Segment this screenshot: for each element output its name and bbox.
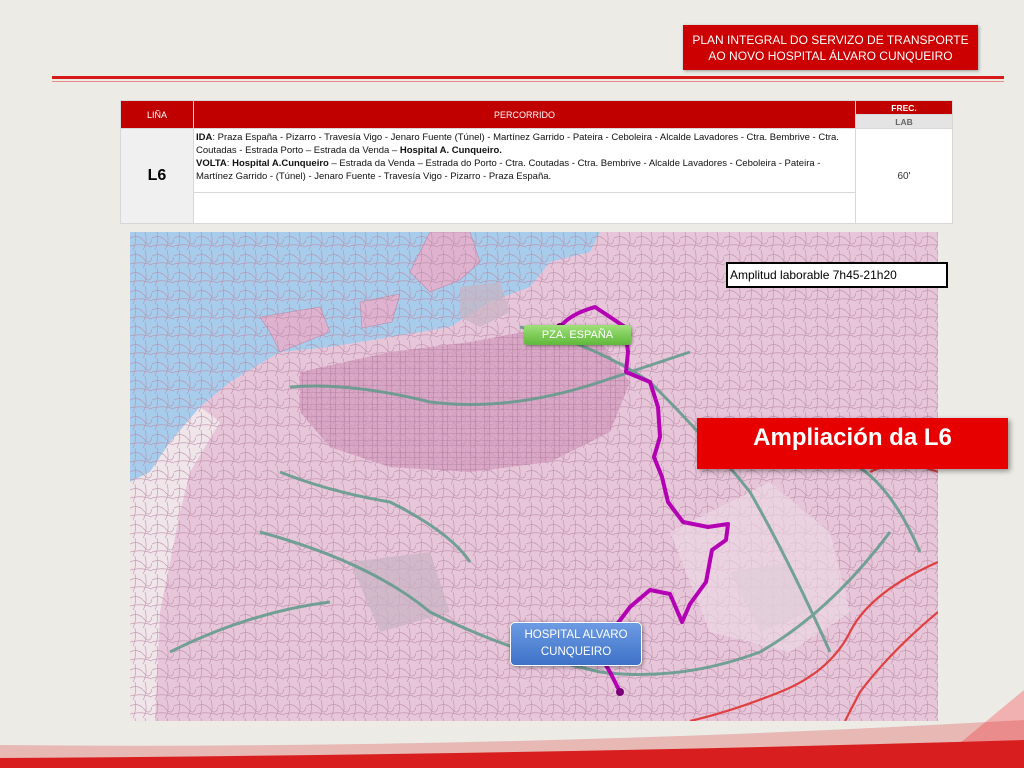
table-row: L6 IDA: Praza España - Pizarro - Travesí… [120, 128, 953, 224]
line-id: L6 [120, 128, 194, 224]
ida-label: IDA [196, 132, 213, 143]
frequency-value: 60' [855, 128, 953, 224]
decorative-corner [0, 690, 1024, 768]
stop-label-start: PZA. ESPAÑA [524, 325, 631, 345]
ida-text: : Praza España - Pizarro - Travesía Vigo… [196, 132, 839, 156]
volta-start: Hospital A.Cunqueiro [232, 158, 329, 169]
header-rule-thin [52, 81, 1004, 82]
col-header-line: LIÑA [120, 100, 194, 129]
col-header-freq: FREC. [855, 100, 953, 115]
schedule-note: Amplitud laborable 7h45-21h20 [726, 262, 948, 288]
extension-title: Ampliación da L6 [697, 418, 1008, 469]
route-description: IDA: Praza España - Pizarro - Travesía V… [193, 128, 856, 193]
col-header-freq-sub: LAB [855, 114, 953, 129]
col-header-route: PERCORRIDO [193, 100, 856, 129]
header-line-2: AO NOVO HOSPITAL ÁLVARO CUNQUEIRO [708, 48, 953, 63]
route-table: LIÑA PERCORRIDO FREC. LAB L6 IDA: Praza … [120, 100, 953, 224]
stop-label-end-line1: HOSPITAL ALVARO [524, 629, 628, 641]
slide-header: PLAN INTEGRAL DO SERVIZO DE TRANSPORTE A… [683, 25, 978, 70]
header-line-1: PLAN INTEGRAL DO SERVIZO DE TRANSPORTE [692, 32, 969, 47]
header-rule [52, 76, 1004, 79]
table-row-empty [121, 192, 953, 224]
ida-end: Hospital A. Cunqueiro. [399, 145, 502, 156]
volta-label: VOLTA [196, 158, 227, 169]
empty-cell [193, 192, 856, 224]
